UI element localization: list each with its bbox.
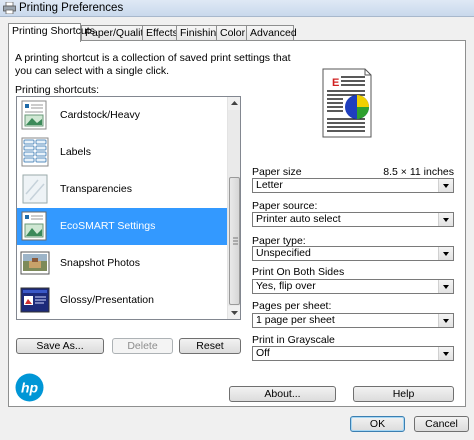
- paper-source-label: Paper source:: [252, 200, 318, 212]
- chevron-down-icon[interactable]: [438, 314, 453, 327]
- paper-size-select[interactable]: Letter: [252, 178, 454, 193]
- list-item-label: Transparencies: [60, 183, 132, 195]
- list-item-ecosmart[interactable]: EcoSMART Settings: [17, 208, 227, 245]
- save-as-button[interactable]: Save As...: [16, 338, 104, 354]
- chevron-down-icon[interactable]: [438, 213, 453, 226]
- window-title: Printing Preferences: [19, 2, 124, 14]
- chevron-down-icon[interactable]: [438, 347, 453, 360]
- print-both-sides-value: Yes, flip over: [256, 280, 316, 292]
- pages-per-sheet-value: 1 page per sheet: [256, 314, 335, 326]
- svg-text:hp: hp: [21, 380, 39, 396]
- help-button[interactable]: Help: [353, 386, 454, 402]
- list-item-transparencies[interactable]: Transparencies: [17, 171, 227, 208]
- chevron-down-icon[interactable]: [438, 179, 453, 192]
- hp-logo-icon: hp: [15, 373, 44, 402]
- shortcut-description: A printing shortcut is a collection of s…: [15, 52, 291, 77]
- chevron-down-icon[interactable]: [438, 247, 453, 260]
- title-bar: Printing Preferences: [0, 0, 474, 17]
- tab-printing-shortcuts[interactable]: Printing Shortcuts: [8, 23, 95, 42]
- paper-type-select[interactable]: Unspecified: [252, 246, 454, 261]
- grayscale-label: Print in Grayscale: [252, 334, 335, 346]
- paper-source-select[interactable]: Printer auto select: [252, 212, 454, 227]
- page-preview: E: [322, 68, 372, 138]
- shortcuts-label: Printing shortcuts:: [15, 84, 100, 96]
- transparency-icon: [22, 174, 48, 204]
- list-item-glossy-presentation[interactable]: Glossy/Presentation: [17, 282, 227, 319]
- preview-glyph: E: [332, 77, 339, 89]
- printer-icon: [3, 2, 16, 14]
- paper-source-value: Printer auto select: [256, 213, 341, 225]
- print-both-sides-select[interactable]: Yes, flip over: [252, 279, 454, 294]
- pages-per-sheet-select[interactable]: 1 page per sheet: [252, 313, 454, 328]
- list-item-label: Glossy/Presentation: [60, 294, 154, 306]
- presentation-slide-icon: [20, 287, 50, 313]
- list-item-label: Snapshot Photos: [60, 257, 140, 269]
- tab-color[interactable]: Color: [216, 25, 249, 41]
- reset-button[interactable]: Reset: [179, 338, 241, 354]
- paper-size-dimension: 8.5 × 11 inches: [383, 166, 454, 178]
- shortcuts-list[interactable]: Cardstock/Heavy Labels Transparencies Ec…: [16, 96, 241, 320]
- paper-size-label: Paper size: [252, 166, 302, 178]
- cancel-button[interactable]: Cancel: [414, 416, 469, 432]
- cardstock-doc-icon: [21, 100, 47, 130]
- pages-per-sheet-label: Pages per sheet:: [252, 300, 332, 312]
- scroll-thumb[interactable]: [229, 177, 240, 305]
- labels-sheet-icon: [21, 137, 49, 167]
- list-item-labels[interactable]: Labels: [17, 134, 227, 171]
- list-item-cardstock[interactable]: Cardstock/Heavy: [17, 97, 227, 134]
- list-item-label: EcoSMART Settings: [60, 220, 156, 232]
- scroll-down-icon[interactable]: [228, 306, 240, 319]
- paper-type-value: Unspecified: [256, 247, 311, 259]
- ecosmart-doc-icon: [21, 211, 47, 241]
- list-item-label: Cardstock/Heavy: [60, 109, 140, 121]
- tab-advanced[interactable]: Advanced: [246, 25, 297, 41]
- list-item-snapshot-photos[interactable]: Snapshot Photos: [17, 245, 227, 282]
- list-item-label: Labels: [60, 146, 91, 158]
- shortcuts-scrollbar[interactable]: [227, 97, 240, 319]
- about-button[interactable]: About...: [229, 386, 336, 402]
- grayscale-select[interactable]: Off: [252, 346, 454, 361]
- photo-icon: [20, 251, 50, 275]
- chevron-down-icon[interactable]: [438, 280, 453, 293]
- scroll-up-icon[interactable]: [228, 97, 240, 110]
- delete-button[interactable]: Delete: [112, 338, 173, 354]
- ok-button[interactable]: OK: [350, 416, 405, 432]
- grayscale-value: Off: [256, 347, 270, 359]
- paper-size-value: Letter: [256, 179, 283, 191]
- print-both-sides-label: Print On Both Sides: [252, 266, 345, 278]
